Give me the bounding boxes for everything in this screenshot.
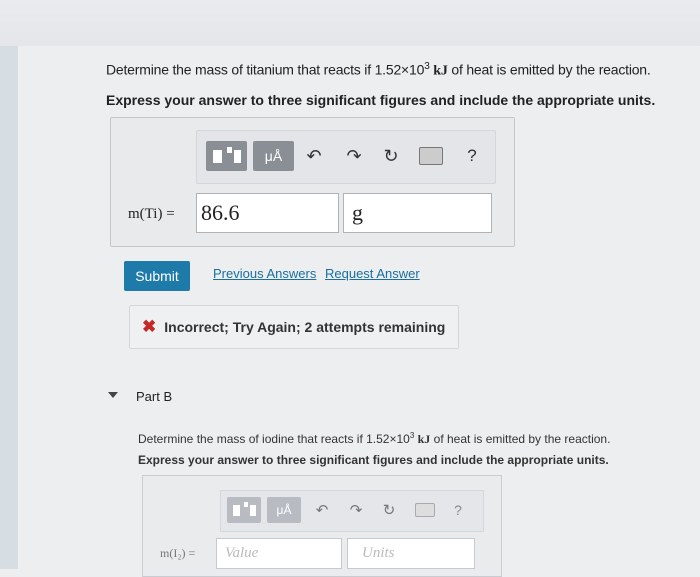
templates-button[interactable] xyxy=(206,141,247,171)
variable-label: m(Ti) = xyxy=(128,206,175,222)
question-unit: kJ xyxy=(417,432,431,446)
units-input[interactable]: g xyxy=(343,193,492,233)
undo-icon[interactable]: ↶ xyxy=(313,499,331,521)
feedback-box: ✖ Incorrect; Try Again; 2 attempts remai… xyxy=(129,305,459,349)
part-b-variable-label: m(I₂) = xyxy=(160,546,196,560)
question-text: Determine the mass of titanium that reac… xyxy=(106,61,425,78)
left-edge-strip xyxy=(0,0,18,569)
question-exponent: 3 xyxy=(424,61,430,72)
part-a-instruction: Express your answer to three significant… xyxy=(106,92,656,108)
template-small-icon xyxy=(227,147,232,153)
question-suffix: of heat is emitted by the reaction. xyxy=(433,432,611,446)
keyboard-icon[interactable] xyxy=(415,503,435,517)
redo-icon[interactable]: ↷ xyxy=(347,499,365,521)
reset-icon[interactable]: ↻ xyxy=(380,143,402,169)
value-input[interactable]: 86.6 xyxy=(196,193,339,233)
keyboard-icon[interactable] xyxy=(419,147,443,165)
part-b-label[interactable]: Part B xyxy=(136,389,172,404)
question-exponent: 3 xyxy=(409,431,415,440)
help-icon[interactable]: ? xyxy=(463,143,481,169)
redo-icon[interactable]: ↷ xyxy=(343,143,365,169)
template-block-icon xyxy=(213,150,222,163)
reset-icon[interactable]: ↻ xyxy=(380,499,398,521)
math-toolbar: μÅ ↶ ↷ ↻ ? xyxy=(196,130,496,184)
feedback-message: Incorrect; Try Again; 2 attempts remaini… xyxy=(164,319,446,335)
help-icon[interactable]: ? xyxy=(451,499,465,521)
units-button[interactable]: μÅ xyxy=(253,141,294,171)
part-b-math-toolbar: μÅ ↶ ↷ ↻ ? xyxy=(220,490,484,532)
undo-icon[interactable]: ↶ xyxy=(303,143,325,169)
template-block-icon xyxy=(250,505,256,516)
top-bar xyxy=(0,0,700,46)
request-answer-link[interactable]: Request Answer xyxy=(325,266,420,281)
units-button[interactable]: μÅ xyxy=(267,497,301,523)
part-b-value-input[interactable]: Value xyxy=(216,538,342,569)
template-block-icon xyxy=(234,150,241,163)
previous-answers-link[interactable]: Previous Answers xyxy=(213,266,316,281)
question-suffix: of heat is emitted by the reaction. xyxy=(451,61,651,78)
error-x-icon: ✖ xyxy=(142,317,157,336)
templates-button[interactable] xyxy=(227,497,261,523)
question-unit: kJ xyxy=(433,63,448,79)
part-b-instruction: Express your answer to three significant… xyxy=(138,453,609,467)
chevron-down-icon[interactable] xyxy=(108,392,118,398)
template-block-icon xyxy=(233,505,240,516)
submit-button[interactable]: Submit xyxy=(124,261,190,291)
part-b-question: Determine the mass of iodine that reacts… xyxy=(138,431,658,447)
part-b-units-input[interactable]: Units xyxy=(347,538,475,569)
template-small-icon xyxy=(244,502,248,507)
part-a-question: Determine the mass of titanium that reac… xyxy=(106,61,686,80)
question-text: Determine the mass of iodine that reacts… xyxy=(138,432,410,446)
